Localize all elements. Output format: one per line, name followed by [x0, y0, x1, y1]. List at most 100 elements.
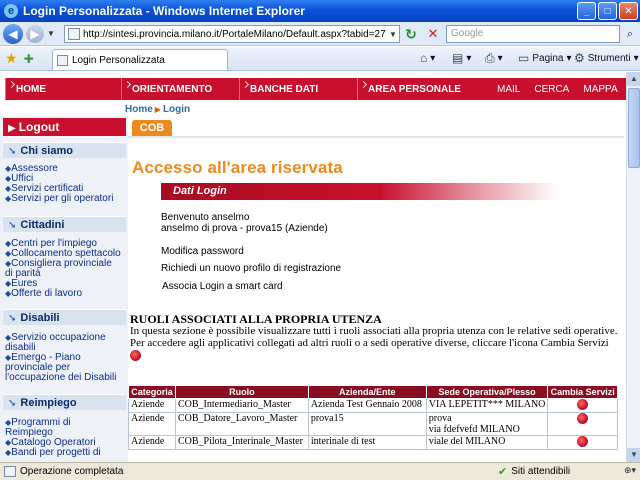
sidebar-section-cittadini[interactable]: ➘ Cittadini — [3, 216, 126, 232]
roles-description: In questa sezione è possibile visualizza… — [130, 325, 620, 361]
sidebar-item-emergo-cont2[interactable]: l'occupazione dei Disabili — [5, 373, 128, 383]
cob-badge: COB — [132, 120, 172, 136]
sidebar-item-offerte[interactable]: ◆Offerte di lavoro — [5, 289, 128, 299]
chevron-icon: ➘ — [8, 313, 17, 324]
close-button[interactable]: ✕ — [619, 2, 638, 20]
nuovo-profilo-link[interactable]: Richiedi un nuovo profilo di registrazio… — [161, 263, 341, 274]
breadcrumb-home[interactable]: Home — [125, 104, 153, 115]
nav-banche-dati[interactable]: BANCHE DATI — [239, 78, 357, 100]
cambia-servizi-icon[interactable] — [577, 399, 589, 411]
security-zone[interactable]: ✔ Siti attendibili — [498, 465, 570, 478]
page-menu-label: Pagina — [532, 52, 564, 64]
cell-categoria: Aziende — [128, 398, 176, 413]
cambia-servizi-icon[interactable] — [577, 413, 589, 425]
logout-arrow-icon: ▶ — [8, 123, 16, 134]
address-bar: ◀ ▶ ▼ http://sintesi.provincia.milano.it… — [0, 22, 640, 46]
sidebar-section-label: Reimpiego — [20, 397, 77, 409]
favorites-star-icon[interactable]: ★ — [5, 50, 18, 67]
cob-divider — [128, 136, 624, 138]
cambia-servizi-icon[interactable] — [577, 436, 589, 448]
minimize-button[interactable]: _ — [577, 2, 596, 20]
status-text: Operazione completata — [20, 466, 124, 477]
feeds-icon[interactable]: ▤ ▾ — [452, 51, 471, 65]
maximize-button[interactable]: □ — [598, 2, 617, 20]
sidebar-section-label: Disabili — [20, 312, 60, 324]
window-title: Login Personalizzata - Windows Internet … — [23, 4, 305, 18]
user-line: anselmo di prova - prova15 (Aziende) — [161, 223, 328, 234]
page-viewport: HOME ORIENTAMENTO BANCHE DATI AREA PERSO… — [0, 72, 626, 462]
sidebar-section-chi-siamo[interactable]: ➘ Chi siamo — [3, 142, 126, 158]
chevron-icon: ➘ — [8, 220, 17, 231]
site-navigation: HOME ORIENTAMENTO BANCHE DATI AREA PERSO… — [0, 78, 626, 100]
cell-azienda: Azienda Test Gennaio 2008 — [307, 398, 427, 413]
tools-menu[interactable]: ⚙ Strumenti ▾ — [574, 51, 639, 65]
sidebar-item-label: Bandi per progetti di — [11, 447, 101, 458]
nav-cerca[interactable]: CERCA — [527, 84, 576, 95]
scroll-down-icon[interactable]: ▼ — [627, 448, 640, 462]
col-sede: Sede Operativa/Plesso — [425, 385, 549, 399]
page-menu-icon: ▭ — [518, 51, 530, 65]
home-icon[interactable]: ⌂ ▾ — [420, 51, 435, 65]
cell-ruolo: COB_Pilota_Interinale_Master — [174, 435, 309, 450]
sidebar-item-label: Offerte di lavoro — [11, 288, 83, 299]
sede-line: via fdefvefd MILANO — [428, 424, 520, 435]
chevron-icon: ➘ — [8, 398, 17, 409]
nav-home[interactable]: HOME — [5, 78, 121, 100]
sidebar-section-label: Cittadini — [20, 219, 65, 231]
add-favorites-icon[interactable]: ✚ — [24, 52, 34, 66]
modifica-password-link[interactable]: Modifica password — [161, 246, 244, 257]
zoom-icon[interactable]: ⊕▾ — [624, 465, 636, 476]
back-button[interactable]: ◀ — [3, 23, 23, 44]
welcome-line: Benvenuto anselmo — [161, 212, 250, 223]
logout-button[interactable]: ▶ Logout — [3, 118, 126, 136]
table-row: Aziende COB_Pilota_Interinale_Master int… — [128, 435, 618, 450]
page-title: Accesso all'area riservata — [132, 158, 343, 177]
trusted-check-icon: ✔ — [498, 466, 508, 478]
col-azienda: Azienda/Ente — [307, 385, 427, 399]
cell-categoria: Aziende — [128, 435, 176, 450]
sidebar-item-servizi-operatori[interactable]: ◆Servizi per gli operatori — [5, 194, 128, 204]
cambia-servizi-icon[interactable] — [130, 349, 141, 361]
search-input[interactable]: Google — [446, 25, 620, 43]
table-row: Aziende COB_Intermediario_Master Azienda… — [128, 398, 618, 413]
forward-button[interactable]: ▶ — [26, 24, 44, 43]
col-cambia-servizi: Cambia Servizi — [547, 385, 618, 399]
search-icon[interactable]: ⌕ — [622, 26, 638, 42]
ie-icon: e — [4, 4, 18, 18]
url-input[interactable]: http://sintesi.provincia.milano.it/Porta… — [64, 25, 400, 43]
nav-area-personale[interactable]: AREA PERSONALE — [357, 78, 490, 100]
cell-sede: VIA LEPETIT*** MILANO — [425, 398, 549, 413]
print-icon[interactable]: ⎙ ▾ — [485, 51, 503, 66]
sidebar-item-bandi[interactable]: ◆Bandi per progetti di — [5, 448, 128, 458]
roles-table: Categoria Ruolo Azienda/Ente Sede Operat… — [128, 385, 618, 450]
tools-gear-icon: ⚙ — [574, 51, 585, 65]
refresh-icon[interactable]: ↻ — [402, 26, 420, 42]
smart-card-link[interactable]: Associa Login a smart card — [162, 281, 283, 292]
table-row: Aziende COB_Datore_Lavoro_Master prova15… — [128, 412, 618, 436]
url-dropdown-icon[interactable]: ▼ — [387, 30, 399, 39]
sidebar-section-disabili[interactable]: ➘ Disabili — [3, 309, 126, 325]
roles-text-2: Per accedere agli applicativi collegati … — [130, 337, 609, 349]
nav-mappa[interactable]: MAPPA — [576, 84, 624, 95]
page-icon — [68, 28, 80, 40]
sidebar-section-reimpiego[interactable]: ➘ Reimpiego — [3, 394, 126, 410]
sede-line: viale del MILANO — [428, 436, 506, 447]
page-menu[interactable]: ▭ Pagina ▾ — [518, 51, 572, 65]
tab-bar: ★ ✚ Login Personalizzata ⌂ ▾ ▤ ▾ ⎙ ▾ ▭ Pagin… — [0, 47, 640, 71]
vertical-scrollbar[interactable]: ▲ ▼ — [626, 72, 640, 462]
cell-cambia-servizi — [547, 435, 618, 450]
breadcrumb-login[interactable]: Login — [163, 104, 190, 115]
roles-text-1: In questa sezione è possibile visualizza… — [130, 325, 618, 337]
cell-cambia-servizi — [547, 412, 618, 436]
cell-ruolo: COB_Datore_Lavoro_Master — [174, 412, 309, 436]
stop-icon[interactable]: ✕ — [424, 26, 442, 42]
scroll-thumb[interactable] — [628, 88, 640, 168]
tab-page-icon — [57, 54, 68, 66]
nav-orientamento[interactable]: ORIENTAMENTO — [121, 78, 239, 100]
cell-azienda: interinale di test — [307, 435, 427, 450]
tab-login[interactable]: Login Personalizzata — [52, 49, 228, 70]
page-done-icon — [4, 466, 16, 477]
history-dropdown-icon[interactable]: ▼ — [47, 29, 55, 38]
scroll-up-icon[interactable]: ▲ — [627, 72, 640, 86]
nav-mail[interactable]: MAIL — [490, 84, 527, 95]
